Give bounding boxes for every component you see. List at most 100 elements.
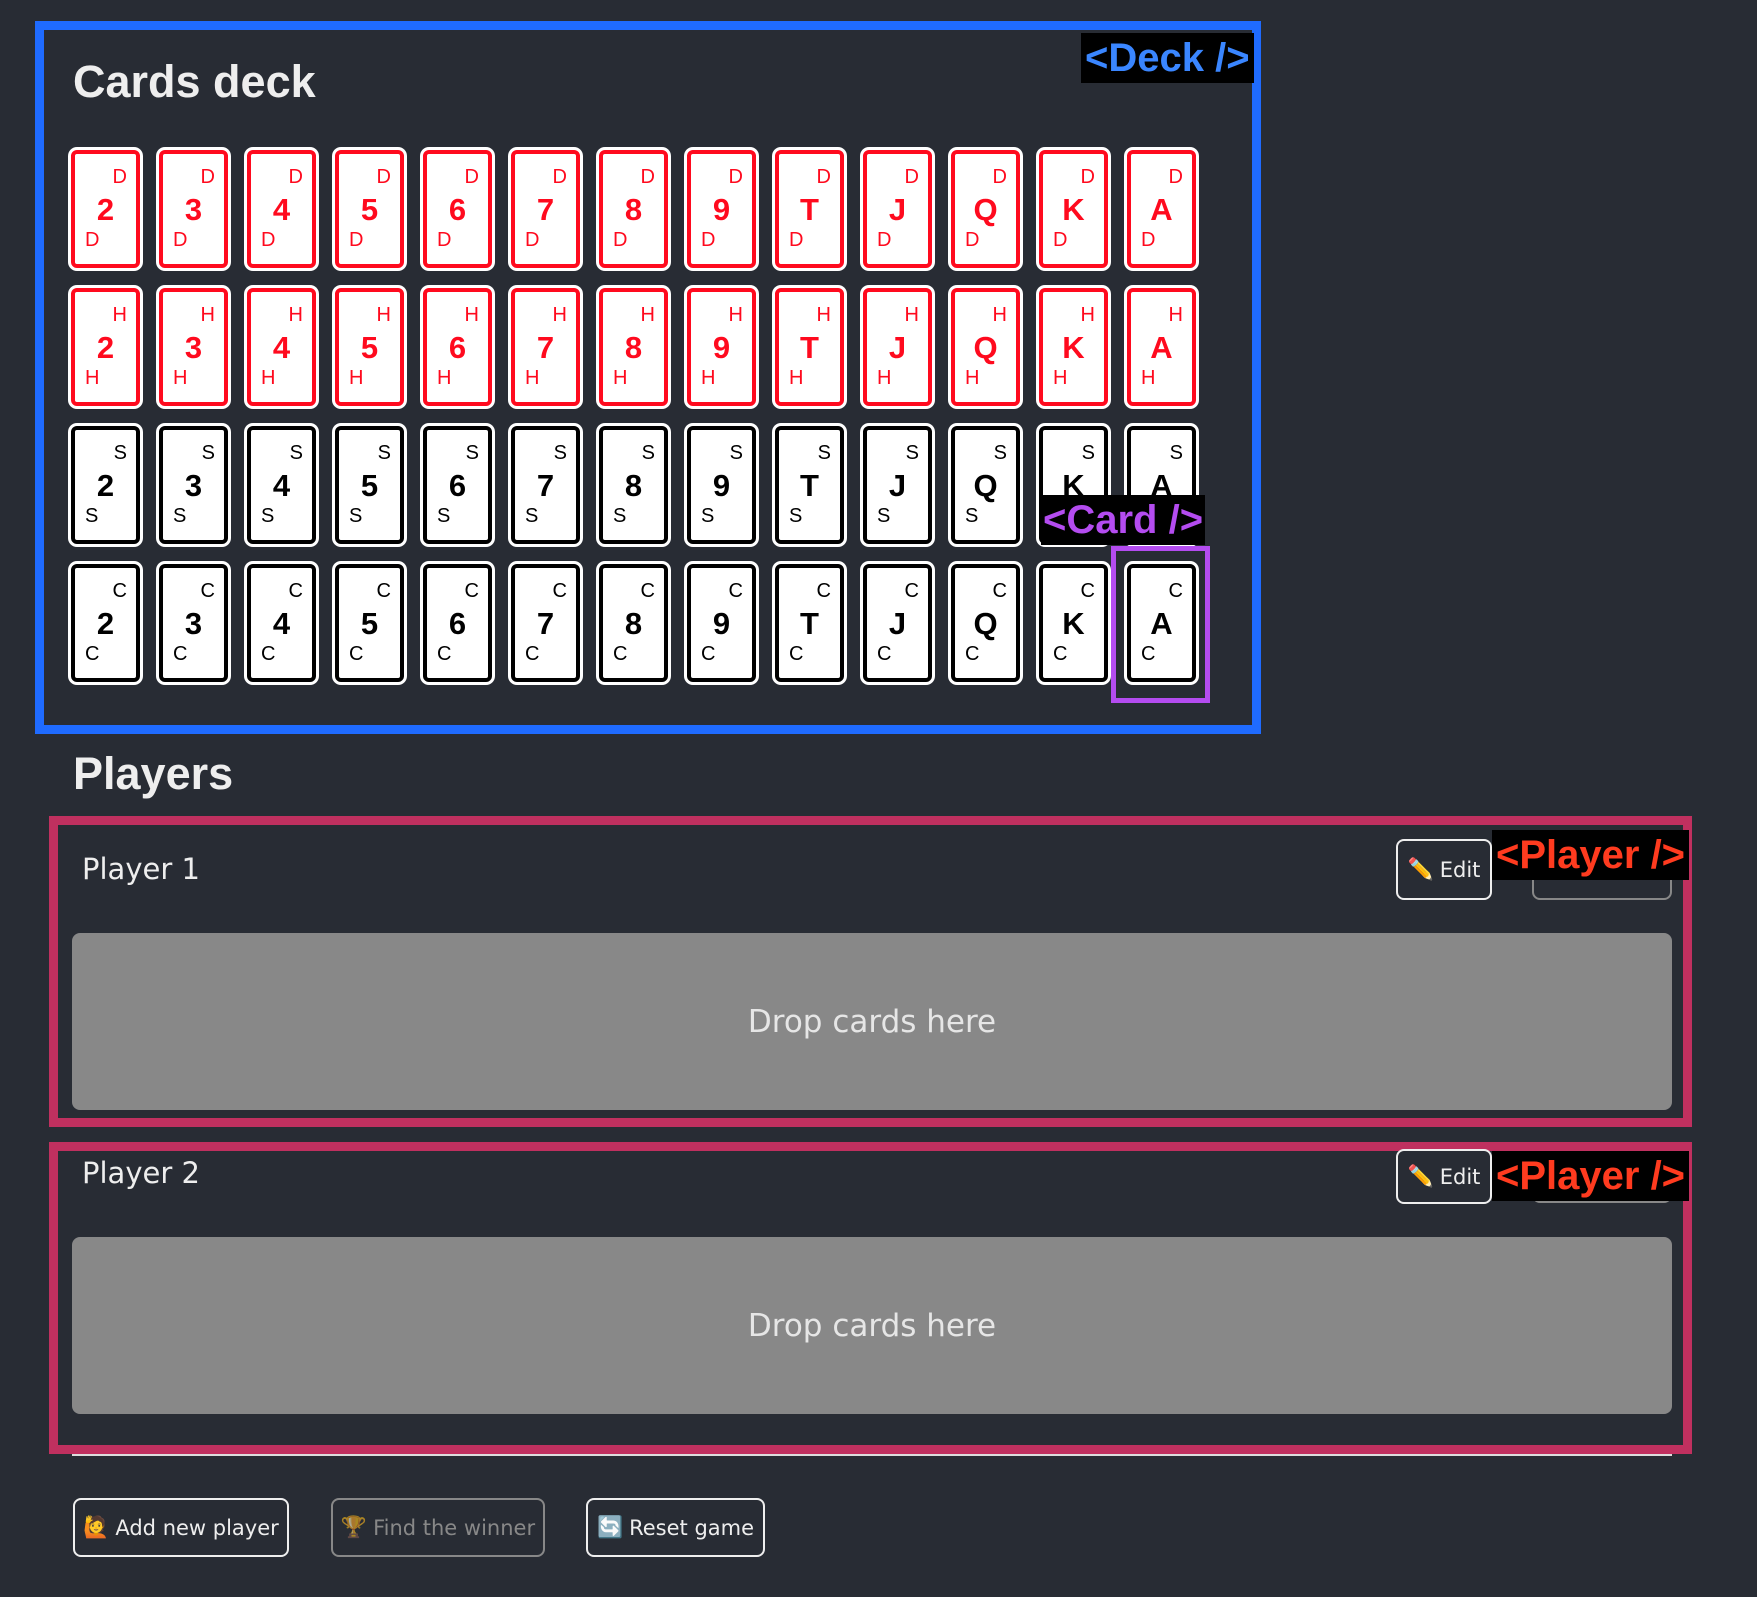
card-6S[interactable]: S6S [420, 423, 495, 547]
card-7D[interactable]: D7D [508, 147, 583, 271]
card-suit-bottom: H [85, 367, 100, 389]
card-face: C7C [511, 564, 580, 682]
card-6D[interactable]: D6D [420, 147, 495, 271]
edit-player-button[interactable]: ✏️ Edit [1396, 839, 1492, 900]
card-suit-top: D [1168, 166, 1183, 188]
card-TD[interactable]: DTD [772, 147, 847, 271]
card-3H[interactable]: H3H [156, 285, 231, 409]
card-2H[interactable]: H2H [68, 285, 143, 409]
card-suit-top: H [640, 304, 655, 326]
card-4C[interactable]: C4C [244, 561, 319, 685]
card-face: CTC [775, 564, 844, 682]
raising-hand-icon: 🙋 [83, 1515, 110, 1539]
card-face: D2D [71, 150, 140, 268]
card-JH[interactable]: HJH [860, 285, 935, 409]
card-5C[interactable]: C5C [332, 561, 407, 685]
card-suit-top: C [200, 580, 215, 602]
card-6C[interactable]: C6C [420, 561, 495, 685]
card-3D[interactable]: D3D [156, 147, 231, 271]
card-face: STS [775, 426, 844, 544]
card-8C[interactable]: C8C [596, 561, 671, 685]
card-KC[interactable]: CKC [1036, 561, 1111, 685]
card-suit-bottom: H [1053, 367, 1068, 389]
card-QS[interactable]: SQS [948, 423, 1023, 547]
card-QC[interactable]: CQC [948, 561, 1023, 685]
card-rank: 3 [184, 192, 203, 227]
find-winner-button[interactable]: 🏆 Find the winner [331, 1498, 545, 1557]
card-7S[interactable]: S7S [508, 423, 583, 547]
card-8H[interactable]: H8H [596, 285, 671, 409]
card-7C[interactable]: C7C [508, 561, 583, 685]
card-9C[interactable]: C9C [684, 561, 759, 685]
player-name: Player 2 [82, 1156, 200, 1190]
card-rank: K [1062, 330, 1085, 365]
card-suit-bottom: C [173, 643, 188, 665]
card-KH[interactable]: HKH [1036, 285, 1111, 409]
card-7H[interactable]: H7H [508, 285, 583, 409]
card-suit-bottom: D [85, 229, 100, 251]
card-suit-bottom: S [349, 505, 363, 527]
card-rank: 5 [360, 468, 379, 503]
card-5S[interactable]: S5S [332, 423, 407, 547]
card-suit-top: S [113, 442, 127, 464]
card-AH[interactable]: HAH [1124, 285, 1199, 409]
card-face: H2H [71, 288, 140, 406]
card-QH[interactable]: HQH [948, 285, 1023, 409]
card-9S[interactable]: S9S [684, 423, 759, 547]
card-TH[interactable]: HTH [772, 285, 847, 409]
card-suit-top: H [1168, 304, 1183, 326]
card-JC[interactable]: CJC [860, 561, 935, 685]
card-face: SJS [863, 426, 932, 544]
card-4S[interactable]: S4S [244, 423, 319, 547]
card-KD[interactable]: DKD [1036, 147, 1111, 271]
card-suit-bottom: D [525, 229, 540, 251]
card-8S[interactable]: S8S [596, 423, 671, 547]
card-5D[interactable]: D5D [332, 147, 407, 271]
card-face: H8H [599, 288, 668, 406]
card-face: S3S [159, 426, 228, 544]
card-AD[interactable]: DAD [1124, 147, 1199, 271]
card-5H[interactable]: H5H [332, 285, 407, 409]
card-rank: J [888, 192, 907, 227]
card-9H[interactable]: H9H [684, 285, 759, 409]
card-2S[interactable]: S2S [68, 423, 143, 547]
card-9D[interactable]: D9D [684, 147, 759, 271]
card-2D[interactable]: D2D [68, 147, 143, 271]
card-JD[interactable]: DJD [860, 147, 935, 271]
card-2C[interactable]: C2C [68, 561, 143, 685]
card-JS[interactable]: SJS [860, 423, 935, 547]
card-suit-bottom: H [437, 367, 452, 389]
card-suit-bottom: C [349, 643, 364, 665]
card-4H[interactable]: H4H [244, 285, 319, 409]
card-suit-top: H [904, 304, 919, 326]
card-suit-top: D [1080, 166, 1095, 188]
card-face: H7H [511, 288, 580, 406]
card-suit-bottom: H [965, 367, 980, 389]
card-suit-bottom: D [613, 229, 628, 251]
card-3S[interactable]: S3S [156, 423, 231, 547]
card-suit-bottom: D [437, 229, 452, 251]
card-suit-top: C [992, 580, 1007, 602]
reset-game-button[interactable]: 🔄 Reset game [586, 1498, 765, 1557]
trophy-icon: 🏆 [340, 1515, 368, 1539]
card-6H[interactable]: H6H [420, 285, 495, 409]
card-suit-bottom: D [349, 229, 364, 251]
card-drop-zone[interactable]: Drop cards here [72, 933, 1672, 1110]
add-player-button[interactable]: 🙋 Add new player [73, 1498, 289, 1557]
card-3C[interactable]: C3C [156, 561, 231, 685]
edit-player-button[interactable]: ✏️ Edit [1396, 1149, 1492, 1204]
card-TS[interactable]: STS [772, 423, 847, 547]
card-QD[interactable]: DQD [948, 147, 1023, 271]
card-suit-top: C [1080, 580, 1095, 602]
card-8D[interactable]: D8D [596, 147, 671, 271]
card-TC[interactable]: CTC [772, 561, 847, 685]
card-face: D7D [511, 150, 580, 268]
card-face: D8D [599, 150, 668, 268]
card-face: DKD [1039, 150, 1108, 268]
card-4D[interactable]: D4D [244, 147, 319, 271]
card-face: H5H [335, 288, 404, 406]
card-face: HKH [1039, 288, 1108, 406]
card-drop-zone[interactable]: Drop cards here [72, 1237, 1672, 1414]
card-rank: 2 [96, 606, 115, 641]
card-suit-top: H [816, 304, 831, 326]
